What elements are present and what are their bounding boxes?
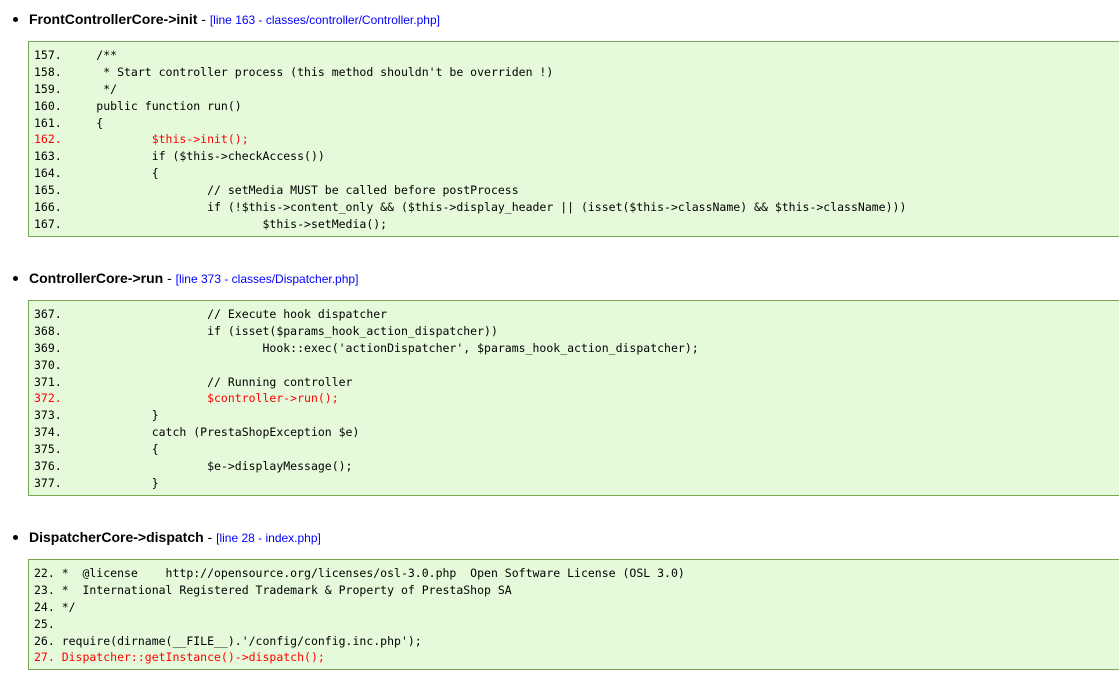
- code-line: 368. if (isset($params_hook_action_dispa…: [34, 323, 498, 338]
- code-line: 26. require(dirname(__FILE__).'/config/c…: [34, 633, 422, 648]
- code-line: 369. Hook::exec('actionDispatcher', $par…: [34, 340, 699, 355]
- code-line: 167. $this->setMedia();: [34, 216, 388, 231]
- bullet-icon: [13, 276, 18, 281]
- separator: -: [163, 270, 176, 286]
- trace-frame: DispatcherCore->dispatch - [line 28 - in…: [13, 528, 1119, 671]
- code-line: 159. */: [34, 81, 118, 96]
- code-line: 23. * International Registered Trademark…: [34, 582, 512, 597]
- code-line: 25.: [34, 616, 55, 631]
- code-line: 371. // Running controller: [34, 374, 353, 389]
- code-snippet: 367. // Execute hook dispatcher 368. if (…: [28, 300, 1119, 496]
- code-line: 24. */: [34, 599, 76, 614]
- frame-header: FrontControllerCore->init - [line 163 - …: [13, 10, 1119, 28]
- code-line-highlighted: 372. $controller->run();: [34, 391, 339, 406]
- code-line: 163. if ($this->checkAccess()): [34, 149, 325, 164]
- code-line: 377. }: [34, 475, 159, 490]
- code-snippet: 22. * @license http://opensource.org/lic…: [28, 559, 1119, 671]
- code-line: 374. catch (PrestaShopException $e): [34, 425, 360, 440]
- code-line: 370.: [34, 357, 62, 372]
- code-line: 376. $e->displayMessage();: [34, 459, 353, 474]
- code-line: 160. public function run(): [34, 98, 242, 113]
- code-snippet: 157. /** 158. * Start controller process …: [28, 41, 1119, 237]
- function-name: FrontControllerCore->init: [29, 11, 198, 27]
- code-line: 166. if (!$this->content_only && ($this-…: [34, 200, 907, 215]
- source-location-link[interactable]: [line 163 - classes/controller/Controlle…: [210, 13, 440, 27]
- separator: -: [197, 11, 210, 27]
- source-location-link[interactable]: [line 28 - index.php]: [216, 531, 321, 545]
- code-line-highlighted: 162. $this->init();: [34, 132, 249, 147]
- code-line: 158. * Start controller process (this me…: [34, 64, 554, 79]
- code-line: 375. {: [34, 442, 159, 457]
- frame-header: DispatcherCore->dispatch - [line 28 - in…: [13, 528, 1119, 546]
- code-line: 164. {: [34, 166, 159, 181]
- code-line-highlighted: 27. Dispatcher::getInstance()->dispatch(…: [34, 650, 325, 665]
- source-location-link[interactable]: [line 373 - classes/Dispatcher.php]: [176, 272, 359, 286]
- trace-frame: ControllerCore->run - [line 373 - classe…: [13, 269, 1119, 496]
- function-name: ControllerCore->run: [29, 270, 164, 286]
- code-line: 367. // Execute hook dispatcher: [34, 307, 388, 321]
- frame-header: ControllerCore->run - [line 373 - classe…: [13, 269, 1119, 287]
- separator: -: [203, 529, 217, 545]
- bullet-icon: [13, 17, 18, 22]
- function-name: DispatcherCore->dispatch: [29, 529, 204, 545]
- code-line: 157. /**: [34, 48, 118, 62]
- code-line: 161. {: [34, 115, 104, 130]
- code-line: 165. // setMedia MUST be called before p…: [34, 183, 519, 198]
- code-line: 22. * @license http://opensource.org/lic…: [34, 566, 685, 580]
- trace-frame: FrontControllerCore->init - [line 163 - …: [13, 10, 1119, 237]
- bullet-icon: [13, 535, 18, 540]
- code-line: 373. }: [34, 408, 159, 423]
